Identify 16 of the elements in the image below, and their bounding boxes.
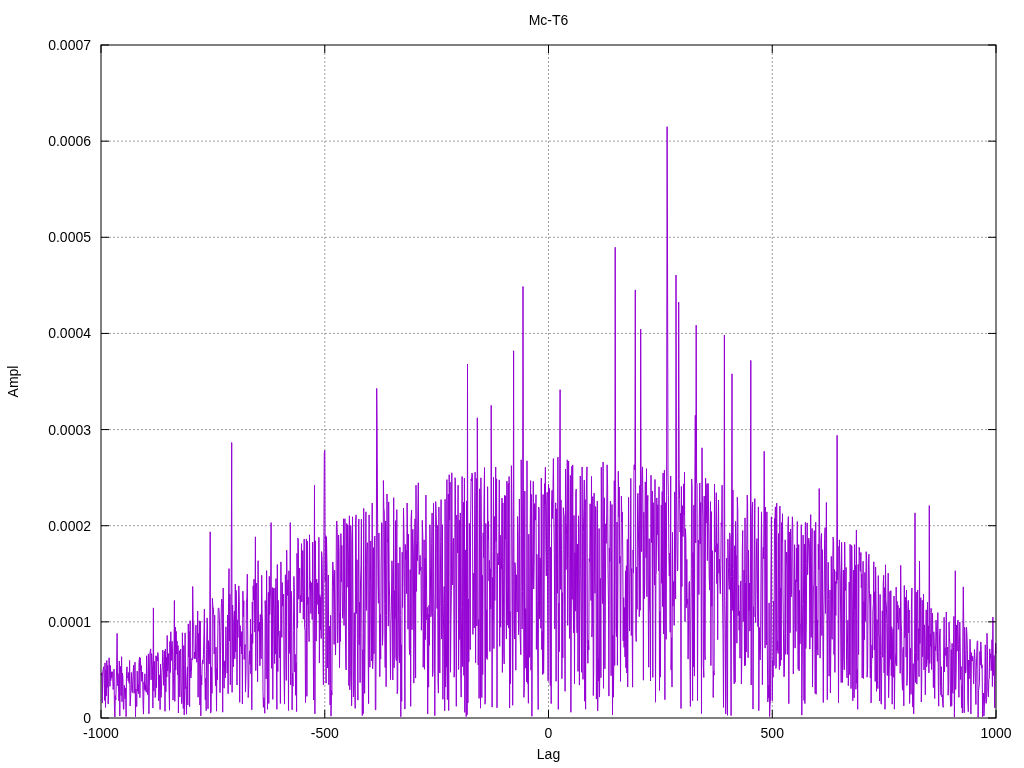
- y-tick-label: 0.0005: [48, 229, 91, 246]
- y-tick-label: 0: [83, 710, 91, 726]
- y-tick-label: 0.0004: [48, 325, 91, 342]
- y-tick-label: 0.0006: [48, 133, 91, 150]
- y-axis-label: Ampl: [5, 365, 21, 398]
- chart-title: Mc-T6: [528, 12, 569, 28]
- x-axis-label: Lag: [536, 746, 561, 762]
- x-tick-label: 500: [760, 725, 784, 741]
- y-tick-label: 0.0003: [48, 421, 91, 438]
- x-tick-label: 1000: [980, 725, 1012, 741]
- x-tick-label: 0: [544, 725, 553, 741]
- x-tick-label: -1000: [83, 725, 119, 741]
- y-tick-label: 0.0007: [48, 37, 91, 53]
- y-tick-label: 0.0001: [48, 613, 91, 630]
- y-tick-label: 0.0002: [48, 517, 91, 534]
- x-tick-label: -500: [310, 725, 339, 741]
